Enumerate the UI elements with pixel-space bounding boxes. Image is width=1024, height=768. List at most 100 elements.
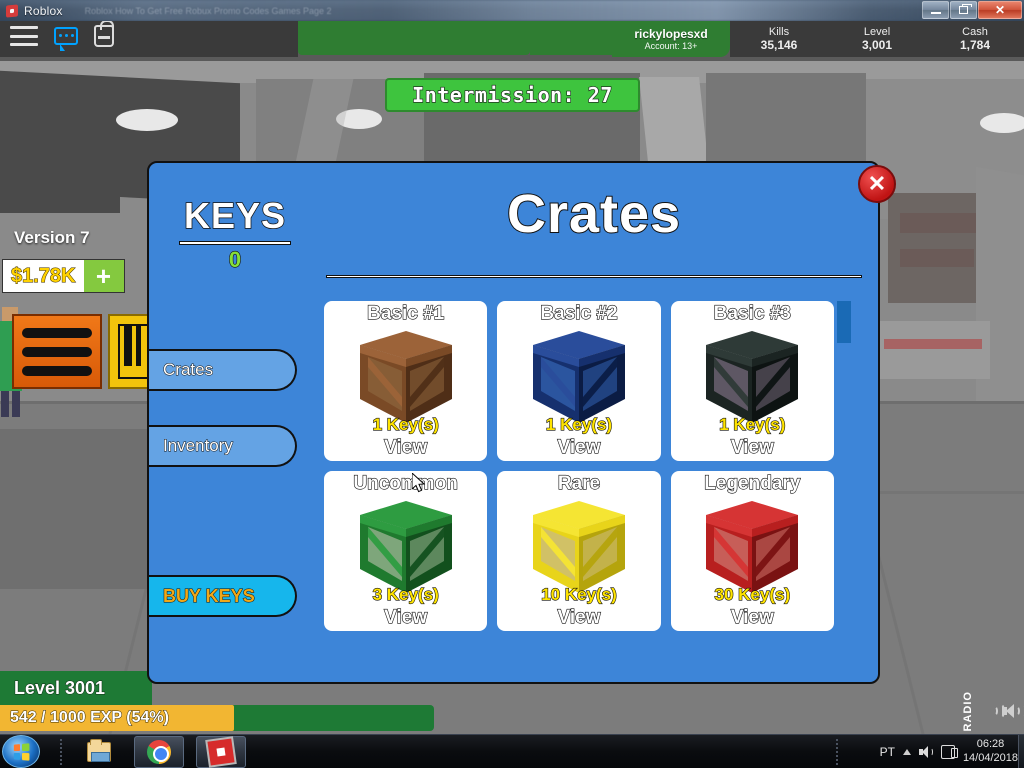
hamburger-menu-icon[interactable] [10,26,38,46]
chat-icon[interactable] [54,27,78,51]
level-badge: Level 3001 [0,671,152,705]
crate-view-button[interactable]: View [497,606,660,629]
radio-label: RADIO [962,691,974,732]
crates-grid: Basic #1 1 Key(s) View Basic #2 1 Key(s) View… [324,301,834,631]
roblox-logo-icon [6,3,18,18]
close-icon[interactable]: ✕ [858,165,896,203]
crate-image [698,497,806,597]
crate-image [352,327,460,427]
crate-card[interactable]: Rare 10 Key(s) View [497,471,661,631]
radio-controls: RADIO [962,691,1020,732]
crate-cost: 1 Key(s) [545,414,613,434]
crate-card[interactable]: Legendary 30 Key(s) View [670,471,834,631]
version-label: Version 7 [14,228,90,247]
stat-kills: Kills 35,146 [730,21,828,57]
stat-level-label: Level [863,26,891,38]
buy-keys-button[interactable]: BUY KEYS [149,575,297,617]
title-divider [326,275,862,278]
taskbar-separator [60,739,62,765]
stat-kills-label: Kills [768,26,790,38]
stat-level: Level 3,001 [828,21,926,57]
language-indicator[interactable]: PT [880,745,895,759]
crate-view-button[interactable]: View [324,436,487,459]
clock-time: 06:28 [976,738,1005,751]
stat-cash-value: 1,784 [959,38,991,52]
stat-level-value: 3,001 [861,38,893,52]
crate-cost: 1 Key(s) [719,414,786,434]
crate-cost: 10 Key(s) [541,584,618,604]
taskbar-item-chrome[interactable] [134,736,184,768]
crate-card[interactable]: Basic #3 1 Key(s) View [670,301,834,461]
chrome-icon [147,740,171,764]
stat-cash: Cash 1,784 [926,21,1024,57]
player-account-age: Account: 13+ [644,41,698,51]
crates-scrollbar-thumb[interactable] [837,301,851,343]
windows-taskbar: PT 06:28 14/04/2018 [0,734,1024,768]
crate-name: Basic #2 [540,302,618,324]
intermission-banner: Intermission: 27 [385,78,640,112]
keys-count: 0 [228,246,242,272]
crate-view-button[interactable]: View [497,436,660,459]
backpack-icon[interactable] [94,21,114,47]
taskbar-item-roblox[interactable] [196,736,246,768]
sidebar-item-inventory-label: Inventory [163,436,234,456]
window-title-ghost-text: Roblox How To Get Free Robux Promo Codes… [84,5,332,16]
window-controls: ✕ [922,1,1022,19]
team-bar-right [530,21,612,55]
crate-name: Legendary [704,472,801,494]
stat-cash-label: Cash [962,26,988,38]
system-tray: PT 06:28 14/04/2018 [880,735,1020,768]
volume-speaker-icon[interactable] [1002,703,1020,719]
crate-name: Uncommon [353,472,459,494]
cash-widget: $1.78K + [2,259,125,293]
player-username: rickylopesxd [634,27,708,41]
add-cash-button[interactable]: + [83,260,124,292]
exp-bar-fill: 542 / 1000 EXP (54%) [0,705,235,731]
modal-sidebar: KEYS 0 Crates Inventory BUY KEYS [149,163,304,682]
show-hidden-icons-icon[interactable] [902,749,911,755]
close-window-button[interactable]: ✕ [978,1,1022,19]
crate-view-button[interactable]: View [671,436,834,459]
keys-divider [179,241,291,245]
crate-view-button[interactable]: View [324,606,487,629]
minimize-button[interactable] [922,1,949,19]
show-desktop-button[interactable] [1018,735,1024,768]
tray-network-icon[interactable] [940,745,958,759]
roblox-taskbar-icon [207,738,235,766]
crates-modal: KEYS 0 Crates Inventory BUY KEYS Crates … [147,161,880,684]
sidebar-item-crates-label: Crates [162,360,214,380]
team-bar-left [298,21,530,55]
exp-bar-track: 542 / 1000 EXP (54%) [0,705,434,731]
roblox-topbar: rickylopesxd Account: 13+ Kills 35,146 L… [0,21,1024,57]
intermission-text: Intermission: 27 [412,82,613,107]
window-titlebar: Roblox Roblox How To Get Free Robux Prom… [0,0,1024,21]
start-button[interactable] [2,735,40,768]
tray-volume-icon[interactable] [918,745,933,759]
stat-kills-value: 35,146 [760,38,798,52]
crate-card[interactable]: Basic #2 1 Key(s) View [497,301,661,461]
screen-root: Roblox Roblox How To Get Free Robux Prom… [0,0,1024,768]
crate-cost: 1 Key(s) [372,414,439,434]
clock[interactable]: 06:28 14/04/2018 [963,738,1018,766]
crates-grid-area: Basic #1 1 Key(s) View Basic #2 1 Key(s) View… [324,301,844,661]
player-stats: Kills 35,146 Level 3,001 Cash 1,784 [730,21,1024,57]
crate-card[interactable]: Uncommon 3 Key(s) View [324,471,488,631]
taskbar-item-explorer[interactable] [74,736,124,768]
crate-view-button[interactable]: View [671,606,834,629]
crate-image [525,497,633,597]
restore-button[interactable] [950,1,977,19]
sidebar-item-crates[interactable]: Crates [149,349,297,391]
crate-card[interactable]: Basic #1 1 Key(s) View [324,301,488,461]
tray-separator [836,739,838,765]
buy-keys-label: BUY KEYS [163,585,256,606]
crate-cost: 30 Key(s) [714,584,791,604]
sidebar-item-inventory[interactable]: Inventory [149,425,297,467]
level-text: Level 3001 [13,677,106,698]
crate-cost: 3 Key(s) [372,584,439,604]
clock-date: 14/04/2018 [962,752,1018,764]
crate-image [698,327,806,427]
exp-text: 542 / 1000 EXP (54%) [10,709,170,727]
radio-speaker-icon[interactable] [980,703,1005,720]
shop-menu-button[interactable] [12,314,102,389]
crates-scrollbar[interactable] [837,301,851,661]
